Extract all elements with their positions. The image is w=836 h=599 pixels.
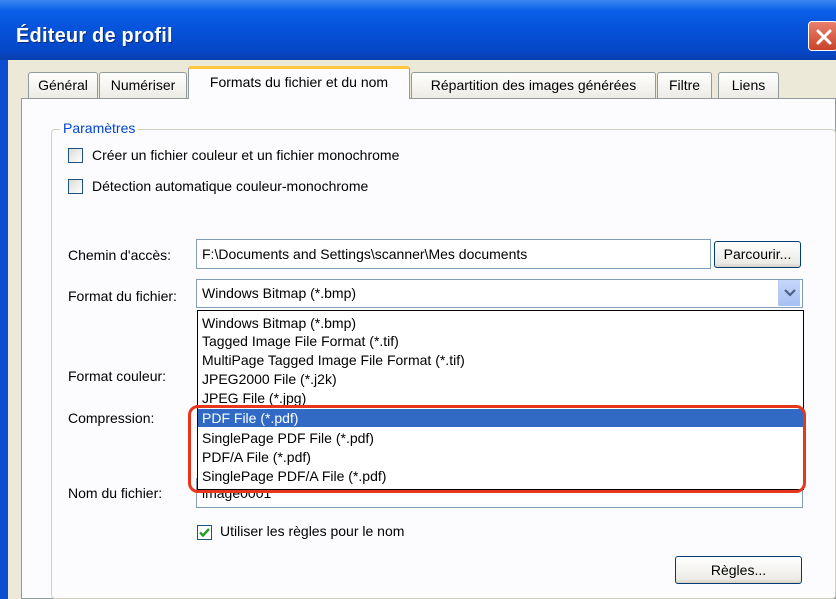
dropdown-option[interactable]: SinglePage PDF File (*.pdf) <box>202 429 374 447</box>
path-label: Chemin d'accès: <box>68 247 172 263</box>
tab-filtre[interactable]: Filtre <box>657 72 712 98</box>
dropdown-option[interactable]: Windows Bitmap (*.bmp) <box>202 314 356 332</box>
chevron-down-icon <box>784 289 796 297</box>
use-rules-checkbox[interactable] <box>197 525 212 540</box>
group-legend: Paramètres <box>60 120 139 136</box>
tab-numeriser[interactable]: Numériser <box>99 72 187 98</box>
dropdown-option[interactable]: PDF/A File (*.pdf) <box>202 448 311 466</box>
dropdown-option[interactable]: JPEG File (*.jpg) <box>202 389 306 407</box>
auto-detect-label: Détection automatique couleur-monochrome <box>92 178 369 194</box>
dropdown-option[interactable]: MultiPage Tagged Image File Format (*.ti… <box>202 351 465 369</box>
window-title: Éditeur de profil <box>16 25 173 47</box>
tab-liens[interactable]: Liens <box>718 72 779 98</box>
dropdown-option-selected[interactable]: PDF File (*.pdf) <box>198 409 803 427</box>
checkmark-icon <box>199 528 210 538</box>
profile-editor-window: Éditeur de profil Général Numériser Form… <box>0 0 836 599</box>
dropdown-option[interactable]: SinglePage PDF/A File (*.pdf) <box>202 467 386 485</box>
color-mono-label: Créer un fichier couleur et un fichier m… <box>92 147 400 163</box>
format-label: Format du fichier: <box>68 288 177 304</box>
path-input[interactable]: F:\Documents and Settings\scanner\Mes do… <box>196 239 711 269</box>
filename-label: Nom du fichier: <box>68 485 163 501</box>
browse-button[interactable]: Parcourir... <box>714 241 801 268</box>
tab-general[interactable]: Général <box>28 72 98 98</box>
compression-label: Compression: <box>68 410 155 426</box>
color-format-label: Format couleur: <box>68 368 167 384</box>
close-button[interactable] <box>808 21 836 51</box>
format-dropdown-list[interactable]: Windows Bitmap (*.bmp) Tagged Image File… <box>197 310 804 490</box>
title-bar[interactable]: Éditeur de profil <box>0 0 836 60</box>
auto-detect-checkbox[interactable] <box>68 179 83 194</box>
color-mono-checkbox[interactable] <box>68 148 83 163</box>
tab-repartition[interactable]: Répartition des images générées <box>411 72 656 98</box>
rules-button[interactable]: Règles... <box>675 556 802 584</box>
window-border <box>0 60 8 599</box>
dropdown-option[interactable]: Tagged Image File Format (*.tif) <box>202 332 399 350</box>
format-select[interactable]: Windows Bitmap (*.bmp) <box>196 279 803 308</box>
use-rules-label: Utiliser les règles pour le nom <box>220 523 405 539</box>
dropdown-button[interactable] <box>778 280 800 306</box>
dropdown-option[interactable]: JPEG2000 File (*.j2k) <box>202 370 337 388</box>
close-icon <box>816 29 832 45</box>
tab-formats[interactable]: Formats du fichier et du nom <box>188 66 410 99</box>
